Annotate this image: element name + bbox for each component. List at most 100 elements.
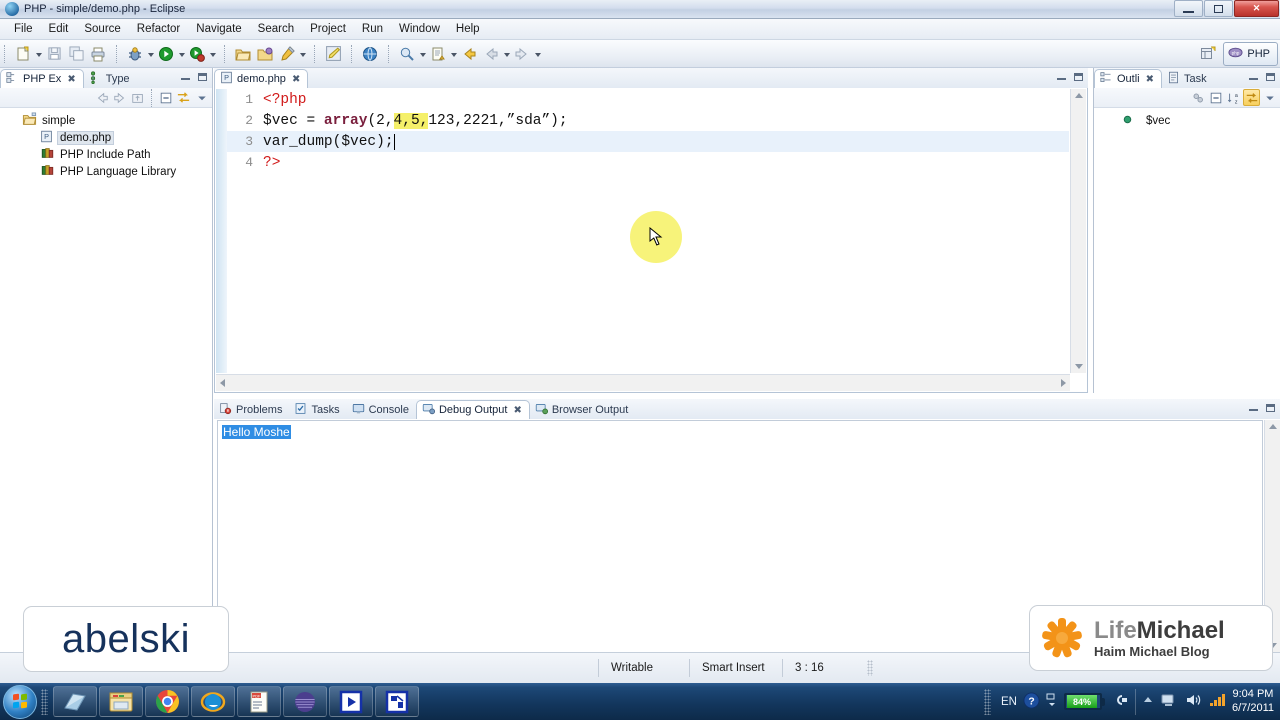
minimize-outline-button[interactable] (1246, 70, 1260, 83)
tab-type-hierarchy[interactable]: Type (84, 69, 137, 88)
tab-task[interactable]: Task (1162, 69, 1214, 88)
scroll-up-icon[interactable] (1268, 424, 1277, 429)
editor-horizontal-scrollbar[interactable] (216, 374, 1070, 391)
menu-window[interactable]: Window (391, 21, 448, 37)
minimize-editor-button[interactable] (1054, 70, 1068, 83)
menu-edit[interactable]: Edit (41, 21, 77, 37)
taskbar-grip[interactable] (41, 688, 48, 715)
previous-edit-icon[interactable] (481, 44, 501, 64)
new-file-dropdown-icon[interactable] (34, 44, 43, 64)
chevron-down-icon[interactable] (1261, 89, 1278, 106)
pencil-icon[interactable] (277, 44, 297, 64)
chevron-down-icon[interactable] (193, 89, 210, 106)
next-annotation-icon[interactable] (428, 44, 448, 64)
editor-body[interactable]: 1 <?php 2 $vec = array (2, 4, 5, 123,2221,”s… (214, 88, 1088, 393)
power-plug-icon[interactable] (1111, 692, 1129, 711)
tab-php-explorer[interactable]: PHP Ex ✖ (0, 69, 84, 88)
debug-bug-icon[interactable] (125, 44, 145, 64)
windows-start-orb[interactable] (3, 684, 37, 719)
sort-az-icon[interactable]: az (1225, 89, 1242, 106)
maximize-outline-button[interactable] (1263, 70, 1277, 83)
tab-debug-output[interactable]: Debug Output ✖ (415, 400, 530, 419)
scroll-up-icon[interactable] (1074, 93, 1083, 98)
tray-clock[interactable]: 9:04 PM 6/7/2011 (1232, 688, 1274, 716)
chevron-up-icon[interactable] (1142, 695, 1154, 708)
search-dropdown-icon[interactable] (418, 44, 427, 64)
restore-button[interactable] (1204, 0, 1233, 17)
code-text-area[interactable]: 1 <?php 2 $vec = array (2, 4, 5, 123,2221,”s… (227, 89, 1069, 373)
link-editor-icon[interactable] (1243, 89, 1260, 106)
next-annotation-dropdown-icon[interactable] (449, 44, 458, 64)
project-folder-icon[interactable] (255, 44, 275, 64)
speaker-icon[interactable] (1184, 692, 1202, 711)
menu-search[interactable]: Search (250, 21, 302, 37)
tab-problems[interactable]: Problems (214, 400, 289, 419)
tree-node-demo-php[interactable]: P demo.php (0, 129, 212, 146)
scroll-left-icon[interactable] (220, 379, 225, 387)
tree-node-simple[interactable]: simple (0, 112, 212, 129)
menu-source[interactable]: Source (76, 21, 128, 37)
minimize-php-explorer-button[interactable] (178, 70, 192, 83)
previous-edit-dropdown-icon[interactable] (502, 44, 511, 64)
forward-dropdown-icon[interactable] (533, 44, 542, 64)
taskbar-item-chrome[interactable] (145, 686, 189, 717)
hide-fields-icon[interactable] (1189, 89, 1206, 106)
scroll-right-icon[interactable] (1061, 379, 1066, 387)
link-editor-icon[interactable] (175, 89, 192, 106)
back-arrow-icon[interactable] (93, 89, 110, 106)
editor-gutter[interactable] (216, 89, 227, 373)
tab-browser-output[interactable]: Browser Output (530, 400, 635, 419)
close-button[interactable]: ✕ (1234, 0, 1279, 17)
search-magnifier-icon[interactable] (397, 44, 417, 64)
taskbar-item-pdf[interactable]: PDF (237, 686, 281, 717)
taskbar-item-internet-explorer[interactable] (191, 686, 235, 717)
open-perspective-icon[interactable] (1198, 44, 1218, 64)
close-icon[interactable]: ✖ (292, 74, 300, 85)
pencil-dropdown-icon[interactable] (298, 44, 307, 64)
profile-icon[interactable] (187, 44, 207, 64)
minimize-console-button[interactable] (1246, 401, 1260, 414)
collapse-all-icon[interactable] (1207, 89, 1224, 106)
perspective-php-button[interactable]: php PHP (1223, 42, 1278, 66)
forward-arrow-icon[interactable] (512, 44, 532, 64)
menu-file[interactable]: File (6, 21, 41, 37)
close-icon[interactable]: ✖ (1146, 74, 1154, 85)
globe-icon[interactable] (360, 44, 380, 64)
forward-arrow-icon[interactable] (111, 89, 128, 106)
menu-refactor[interactable]: Refactor (129, 21, 188, 37)
close-icon[interactable]: ✖ (513, 405, 521, 416)
collapse-all-icon[interactable] (157, 89, 174, 106)
tray-grip[interactable] (984, 688, 991, 715)
save-disk-icon[interactable] (44, 44, 64, 64)
network-icon[interactable] (1160, 692, 1178, 711)
tray-language[interactable]: EN (1001, 696, 1017, 708)
outline-item-vec[interactable]: $vec (1094, 112, 1280, 129)
debug-dropdown-icon[interactable] (146, 44, 155, 64)
tab-console[interactable]: Console (347, 400, 416, 419)
open-folder-icon[interactable] (233, 44, 253, 64)
battery-indicator[interactable]: 84% (1063, 693, 1105, 710)
run-dropdown-icon[interactable] (177, 44, 186, 64)
profile-dropdown-icon[interactable] (208, 44, 217, 64)
tray-expand-icon[interactable] (1046, 692, 1058, 711)
taskbar-item-explorer[interactable] (99, 686, 143, 717)
up-level-icon[interactable] (129, 89, 146, 106)
printer-icon[interactable] (88, 44, 108, 64)
help-question-icon[interactable]: ? (1023, 691, 1040, 712)
maximize-console-button[interactable] (1263, 401, 1277, 414)
tab-tasks[interactable]: Tasks (289, 400, 346, 419)
maximize-php-explorer-button[interactable] (195, 70, 209, 83)
run-play-icon[interactable] (156, 44, 176, 64)
highlighter-icon[interactable] (323, 44, 343, 64)
taskbar-item-eclipse[interactable] (375, 686, 419, 717)
close-icon[interactable]: ✖ (67, 74, 75, 85)
scroll-down-icon[interactable] (1074, 364, 1083, 369)
tab-outline[interactable]: Outli ✖ (1094, 69, 1163, 88)
menu-help[interactable]: Help (448, 21, 488, 37)
minimize-button[interactable] (1174, 0, 1203, 17)
back-arrow-icon[interactable] (459, 44, 479, 64)
taskbar-item-sphere[interactable] (283, 686, 327, 717)
taskbar-item-notepad[interactable] (53, 686, 97, 717)
new-file-icon[interactable] (13, 44, 33, 64)
tab-demo-php[interactable]: P demo.php ✖ (214, 69, 309, 88)
